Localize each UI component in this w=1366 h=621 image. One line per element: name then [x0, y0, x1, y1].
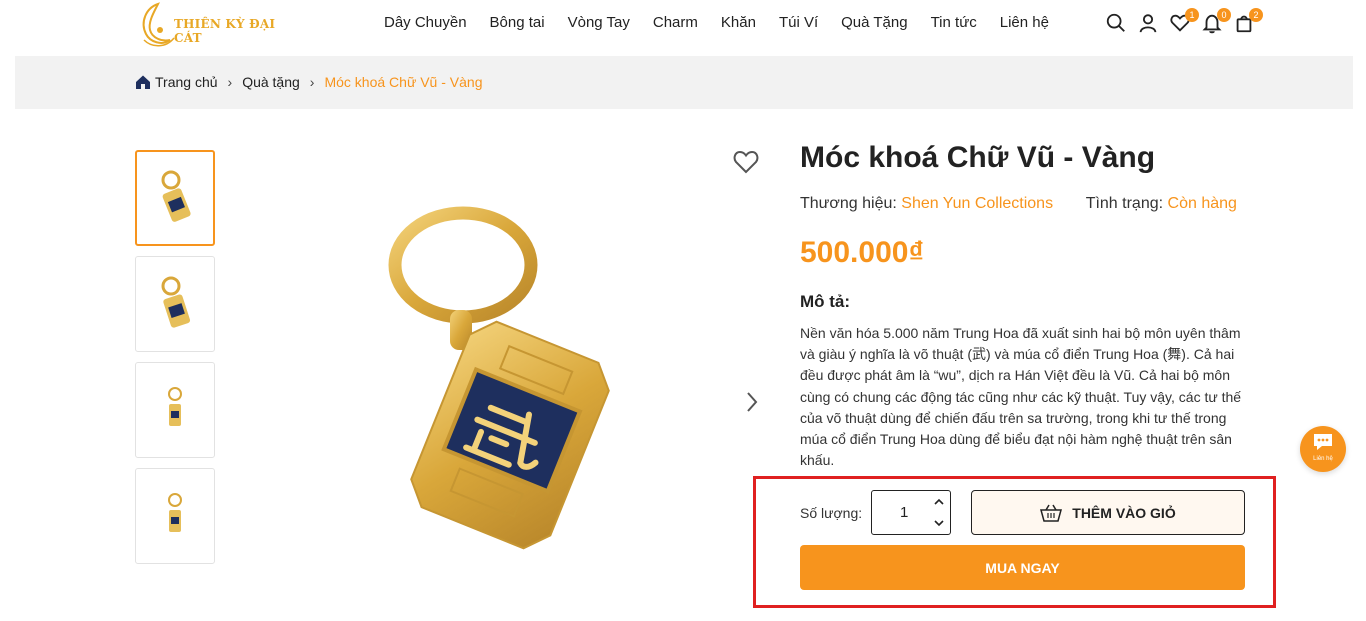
nav-item-lien-he[interactable]: Liên hệ — [1000, 14, 1049, 31]
add-to-wishlist-button[interactable] — [733, 150, 759, 179]
status-label: Tình trạng: — [1085, 195, 1164, 212]
keychain-thumbnail-icon — [161, 170, 191, 222]
nav-item-khan[interactable]: Khăn — [721, 14, 756, 31]
cart-badge: 2 — [1249, 8, 1263, 22]
logo-text: THIÊN KỲ ĐẠI CÁT — [174, 17, 276, 45]
header-actions: 1 0 2 — [1105, 8, 1263, 36]
product-thumbnail[interactable] — [135, 256, 215, 352]
chevron-right-icon: › — [309, 74, 315, 90]
heart-icon — [733, 150, 759, 174]
product-main-image — [360, 195, 660, 565]
home-icon[interactable] — [135, 74, 151, 90]
quantity-value[interactable]: 1 — [900, 504, 908, 521]
stock-status: Còn hàng — [1167, 195, 1237, 212]
site-header: THIÊN KỲ ĐẠI CÁT Dây Chuyền Bông tai Vòn… — [0, 0, 1366, 52]
breadcrumb-category[interactable]: Quà tặng — [242, 74, 300, 90]
chevron-up-icon[interactable] — [932, 495, 946, 509]
add-to-cart-label: THÊM VÀO GIỎ — [1072, 504, 1176, 521]
user-icon — [1139, 14, 1157, 33]
breadcrumb-bar: Trang chủ › Quà tặng › Móc khoá Chữ Vũ -… — [15, 56, 1353, 109]
wishlist-badge: 1 — [1185, 8, 1199, 22]
chevron-down-icon[interactable] — [932, 516, 946, 530]
nav-item-day-chuyen[interactable]: Dây Chuyền — [384, 14, 467, 31]
notifications-badge: 0 — [1217, 8, 1231, 22]
keychain-image — [388, 206, 610, 550]
chevron-right-icon — [747, 392, 758, 412]
nav-item-vong-tay[interactable]: Vòng Tay — [568, 14, 630, 31]
quantity-stepper[interactable]: 1 — [871, 490, 951, 535]
search-icon — [1106, 13, 1125, 32]
product-thumbnail[interactable] — [135, 362, 215, 458]
nav-item-bong-tai[interactable]: Bông tai — [490, 14, 545, 31]
breadcrumb-home[interactable]: Trang chủ — [155, 74, 218, 90]
nav-item-tin-tuc[interactable]: Tin tức — [931, 14, 977, 31]
buy-now-label: MUA NGAY — [985, 559, 1060, 576]
nav-item-qua-tang[interactable]: Quà Tặng — [841, 14, 907, 31]
contact-float-button[interactable]: Liên hệ — [1300, 426, 1346, 472]
contact-float-label: Liên hệ — [1313, 456, 1333, 462]
notifications-button[interactable]: 0 — [1201, 8, 1231, 36]
main-nav: Dây Chuyền Bông tai Vòng Tay Charm Khăn … — [384, 14, 1072, 31]
chat-bubble-icon — [1314, 434, 1332, 450]
wishlist-button[interactable]: 1 — [1169, 8, 1199, 36]
keychain-thumbnail-icon — [168, 493, 182, 532]
brand-label: Thương hiệu: — [800, 195, 897, 212]
cart-button[interactable]: 2 — [1233, 8, 1263, 36]
brand-link[interactable]: Shen Yun Collections — [901, 195, 1053, 212]
nav-item-tui-vi[interactable]: Túi Ví — [779, 14, 818, 31]
search-button[interactable] — [1105, 12, 1129, 36]
product-meta: Thương hiệu: Shen Yun Collections Tình t… — [800, 195, 1237, 213]
chevron-right-icon: › — [227, 74, 233, 90]
product-title: Móc khoá Chữ Vũ - Vàng — [800, 141, 1156, 174]
nav-item-charm[interactable]: Charm — [653, 14, 698, 31]
product-thumbnail[interactable] — [135, 468, 215, 564]
product-description: Nền văn hóa 5.000 năm Trung Hoa đã xuất … — [800, 325, 1242, 469]
basket-icon — [1040, 504, 1063, 522]
phoenix-logo-icon — [142, 2, 175, 47]
add-to-cart-button[interactable]: THÊM VÀO GIỎ — [971, 490, 1245, 535]
description-heading: Mô tả: — [800, 292, 851, 311]
next-image-button[interactable] — [744, 390, 760, 419]
account-button[interactable] — [1137, 12, 1161, 36]
quantity-label: Số lượng: — [800, 505, 863, 521]
breadcrumb: Trang chủ › Quà tặng › Móc khoá Chữ Vũ -… — [135, 74, 482, 90]
breadcrumb-current: Móc khoá Chữ Vũ - Vàng — [324, 74, 483, 90]
site-logo[interactable]: THIÊN KỲ ĐẠI CÁT — [136, 0, 296, 50]
buy-now-button[interactable]: MUA NGAY — [800, 545, 1245, 590]
keychain-thumbnail-icon — [168, 387, 182, 426]
keychain-thumbnail-icon — [161, 276, 191, 328]
product-price: 500.000₫ — [800, 236, 924, 269]
product-thumbnail[interactable] — [135, 150, 215, 246]
